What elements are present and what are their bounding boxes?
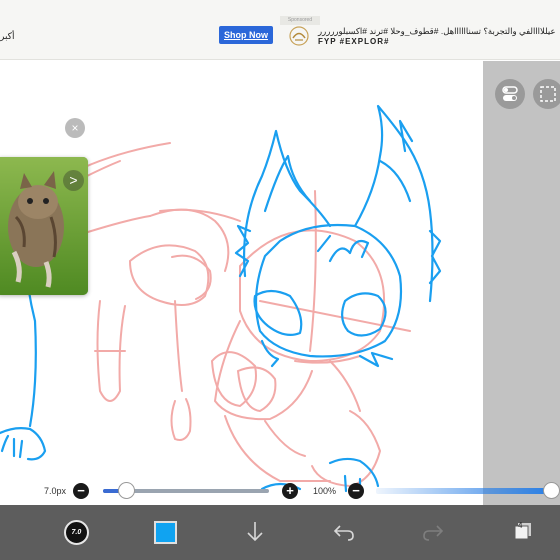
size-increase-button[interactable]: + — [282, 483, 298, 499]
shop-now-button[interactable]: Shop Now — [219, 26, 273, 44]
opacity-handle[interactable] — [543, 482, 560, 499]
ad-banner[interactable]: أكبر Shop Now Sponsored عيللاااالفي والت… — [0, 0, 560, 60]
ad-headline: عيللاااالفي والتجربة؟ تسنااااااهل. #قطوف… — [318, 26, 556, 36]
layers-button[interactable]: 4 — [512, 513, 534, 551]
ad-subline: FYP #EXPLOR# — [318, 37, 390, 46]
selection-icon[interactable] — [533, 79, 560, 109]
toggle-icon[interactable] — [495, 79, 525, 109]
brush-preview-size: 7.0 — [71, 528, 82, 536]
brush-tool-button[interactable]: 7.0 — [60, 513, 92, 551]
brush-settings-bar: 7.0px − + 100% − — [0, 478, 560, 504]
layers-icon — [514, 523, 531, 540]
ad-left-text: أكبر — [0, 31, 15, 41]
color-picker-button[interactable] — [152, 513, 178, 551]
opacity-slider[interactable] — [376, 488, 551, 494]
sponsored-tag: Sponsored — [280, 16, 320, 25]
close-icon[interactable]: × — [65, 118, 85, 138]
download-icon[interactable] — [243, 513, 267, 551]
layers-count: 4 — [518, 521, 523, 530]
right-tool-panel — [483, 61, 560, 505]
drawing-canvas[interactable]: × > — [0, 61, 483, 505]
opacity-decrease-button[interactable]: − — [348, 483, 364, 499]
brush-size-handle[interactable] — [118, 482, 135, 499]
bottom-toolbar: 7.0 4 — [0, 505, 560, 560]
redo-icon[interactable] — [420, 513, 446, 551]
brush-size-label: 7.0px — [44, 486, 67, 496]
color-swatch — [153, 520, 177, 544]
brush-preview-icon: 7.0 — [63, 519, 89, 545]
undo-icon[interactable] — [331, 513, 357, 551]
size-decrease-button[interactable]: − — [73, 483, 89, 499]
opacity-label: 100% — [313, 486, 337, 496]
brand-logo-icon — [287, 25, 311, 47]
next-arrow-icon[interactable]: > — [63, 170, 84, 191]
drawing-app: أكبر Shop Now Sponsored عيللاااالفي والت… — [0, 0, 560, 560]
